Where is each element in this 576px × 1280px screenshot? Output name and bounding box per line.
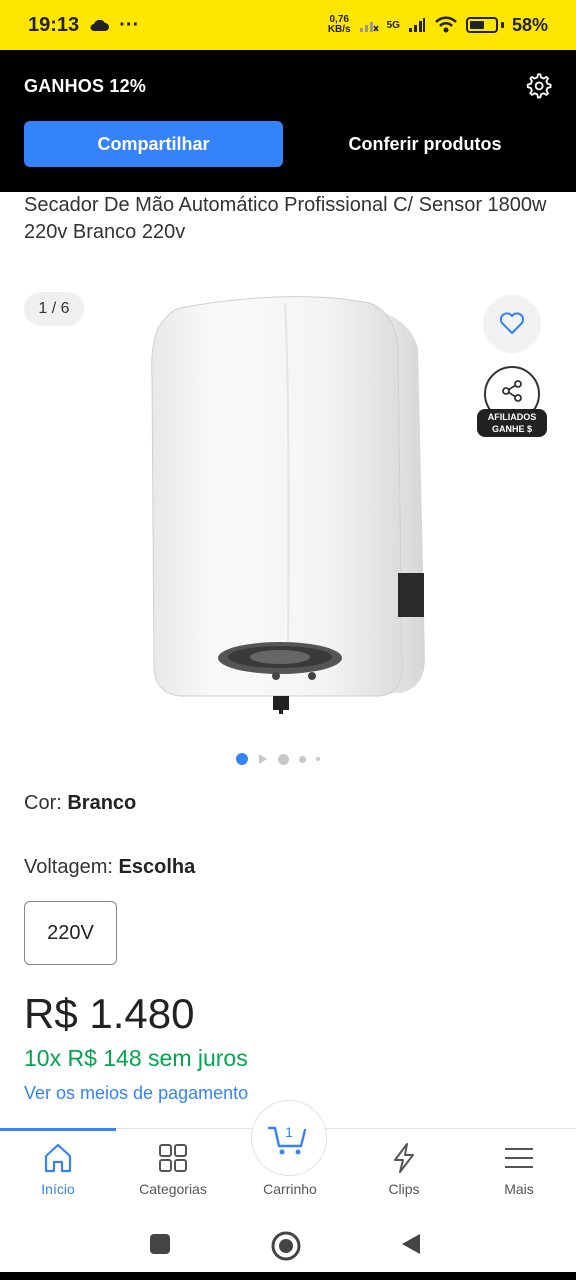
carousel-dot[interactable] — [278, 753, 289, 765]
grid-icon — [159, 1144, 187, 1172]
home-button-icon[interactable] — [270, 1230, 302, 1262]
payment-methods-link[interactable]: Ver os meios de pagamento — [24, 1083, 248, 1104]
product-title: Secador De Mão Automático Profissional C… — [24, 194, 547, 243]
favorite-button[interactable] — [483, 295, 541, 353]
nav-clips[interactable]: Clips — [354, 1141, 454, 1197]
product-image[interactable] — [140, 288, 440, 718]
share-icon — [502, 380, 522, 402]
battery-icon — [465, 17, 504, 33]
active-tab-indicator — [0, 1128, 116, 1131]
product-price: R$ 1.480 — [24, 990, 195, 1037]
earnings-label: GANHOS 12% — [24, 76, 147, 96]
wifi-icon — [435, 16, 457, 33]
network-type: 5G — [386, 19, 400, 31]
screen-bottom-edge — [0, 1272, 576, 1280]
carousel-dots — [236, 753, 320, 765]
affiliate-header: GANHOS 12% Compartilhar Conferir produto… — [0, 50, 576, 192]
play-icon[interactable] — [258, 753, 268, 765]
cart-icon: 1 — [267, 1124, 307, 1155]
net-speed: 0,76 KB/s — [327, 14, 351, 35]
nav-home[interactable]: Início — [8, 1141, 108, 1197]
battery-percent: 58% — [511, 14, 548, 35]
lightning-icon — [394, 1143, 414, 1173]
view-products-button[interactable]: Conferir produtos — [300, 121, 550, 167]
nav-categories[interactable]: Categorias — [123, 1141, 223, 1197]
menu-icon — [505, 1148, 533, 1168]
carousel-dot[interactable] — [316, 757, 320, 761]
nav-more[interactable]: Mais — [469, 1141, 569, 1197]
cloud-icon — [90, 19, 110, 31]
carousel-dot[interactable] — [299, 755, 306, 763]
image-counter: 1 / 6 — [24, 292, 84, 326]
nav-cart-label: Carrinho — [263, 1181, 317, 1197]
voltage-option-220v[interactable]: 220V — [24, 901, 117, 965]
home-icon — [44, 1143, 72, 1173]
affiliate-badge[interactable]: AFILIADOS GANHE $ — [477, 409, 547, 437]
color-attribute: Cor: Branco — [24, 792, 137, 814]
nav-cart[interactable]: 1 — [251, 1100, 327, 1176]
recents-icon[interactable] — [148, 1232, 172, 1256]
signal-off-icon — [359, 22, 379, 32]
system-navigation — [0, 1210, 576, 1280]
status-more-dots: ··· — [119, 13, 140, 36]
signal-icon — [408, 18, 425, 32]
share-button[interactable]: Compartilhar — [24, 121, 283, 167]
installments-text: 10x R$ 148 sem juros — [24, 1045, 248, 1071]
status-time: 19:13 — [28, 13, 80, 36]
status-bar: 19:13 ··· 0,76 KB/s 5G 58% — [0, 0, 576, 50]
back-icon[interactable] — [398, 1232, 422, 1256]
carousel-dot-active[interactable] — [236, 753, 248, 765]
voltage-attribute: Voltagem: Escolha — [24, 856, 196, 878]
heart-icon — [499, 312, 525, 334]
cart-count: 1 — [285, 1124, 293, 1140]
gear-icon[interactable] — [524, 72, 552, 100]
